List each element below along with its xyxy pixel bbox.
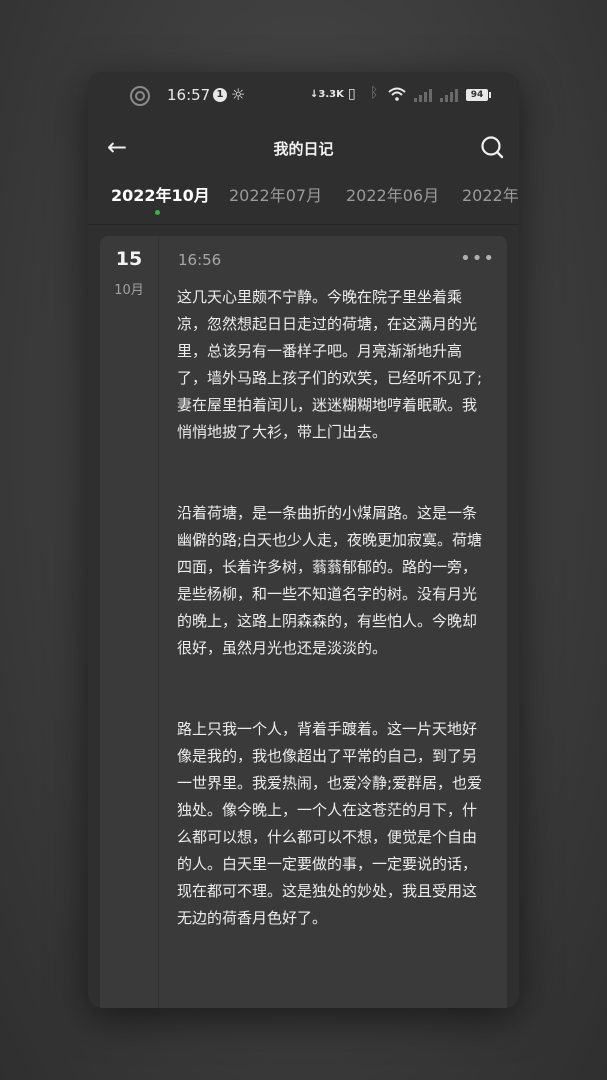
more-dots-icon: ••• [460,248,495,269]
signal-1-icon [414,88,432,102]
vibrate-icon: ▯ [348,86,356,102]
entry-paragraph: 这几天心里颇不宁静。今晚在院子里坐着乘凉，忽然想起日日走过的荷塘，在这满月的光里… [177,288,483,441]
battery-icon: 94 [466,89,491,101]
tab-2022-10[interactable]: 2022年10月 [111,182,210,206]
wifi-icon [388,87,406,105]
diary-entry-card[interactable]: 15 10月 16:56 ••• 这几天心里颇不宁静。今晚在院子里坐着乘凉，忽然… [100,236,507,1008]
tab-2022-partial[interactable]: 2022年 [462,182,519,206]
entry-content: 这几天心里颇不宁静。今晚在院子里坐着乘凉，忽然想起日日走过的荷塘，在这满月的光里… [177,284,491,986]
search-icon [481,136,504,159]
tab-2022-06[interactable]: 2022年06月 [346,182,439,206]
entry-time: 16:56 [178,251,222,269]
screen-record-icon [130,86,150,106]
phone-screen: 16:57 1 ☼ ↓3.3K ▯ ᛒ 94 ← 我的日记 2022年10月 2… [88,72,519,1008]
network-speed: ↓3.3K [310,89,344,100]
signal-2-icon [440,88,458,102]
status-time: 16:57 [167,86,211,104]
status-bar: 16:57 1 ☼ ↓3.3K ▯ ᛒ 94 [88,72,519,120]
brightness-icon: ☼ [231,85,246,104]
active-tab-dot [155,210,160,215]
top-bar: ← 我的日记 [88,124,519,174]
notification-badge: 1 [213,88,227,102]
bluetooth-icon: ᛒ [370,85,379,101]
tab-2022-07[interactable]: 2022年07月 [229,182,322,206]
more-options-button[interactable]: ••• [460,248,495,269]
entry-paragraph: 沿着荷塘，是一条曲折的小煤屑路。这是一条幽僻的路;白天也少人走，夜晚更加寂寞。荷… [177,504,483,657]
entry-date-column: 15 10月 [100,236,159,1008]
month-tabs: 2022年10月 2022年07月 2022年06月 2022年 [88,176,519,225]
entry-day: 15 [115,248,143,270]
entry-paragraph: 路上只我一个人，背着手踱着。这一片天地好像是我的，我也像超出了平常的自己，到了另… [177,720,483,927]
search-button[interactable] [477,132,507,162]
page-title: 我的日记 [273,140,334,158]
entry-month: 10月 [114,283,144,298]
